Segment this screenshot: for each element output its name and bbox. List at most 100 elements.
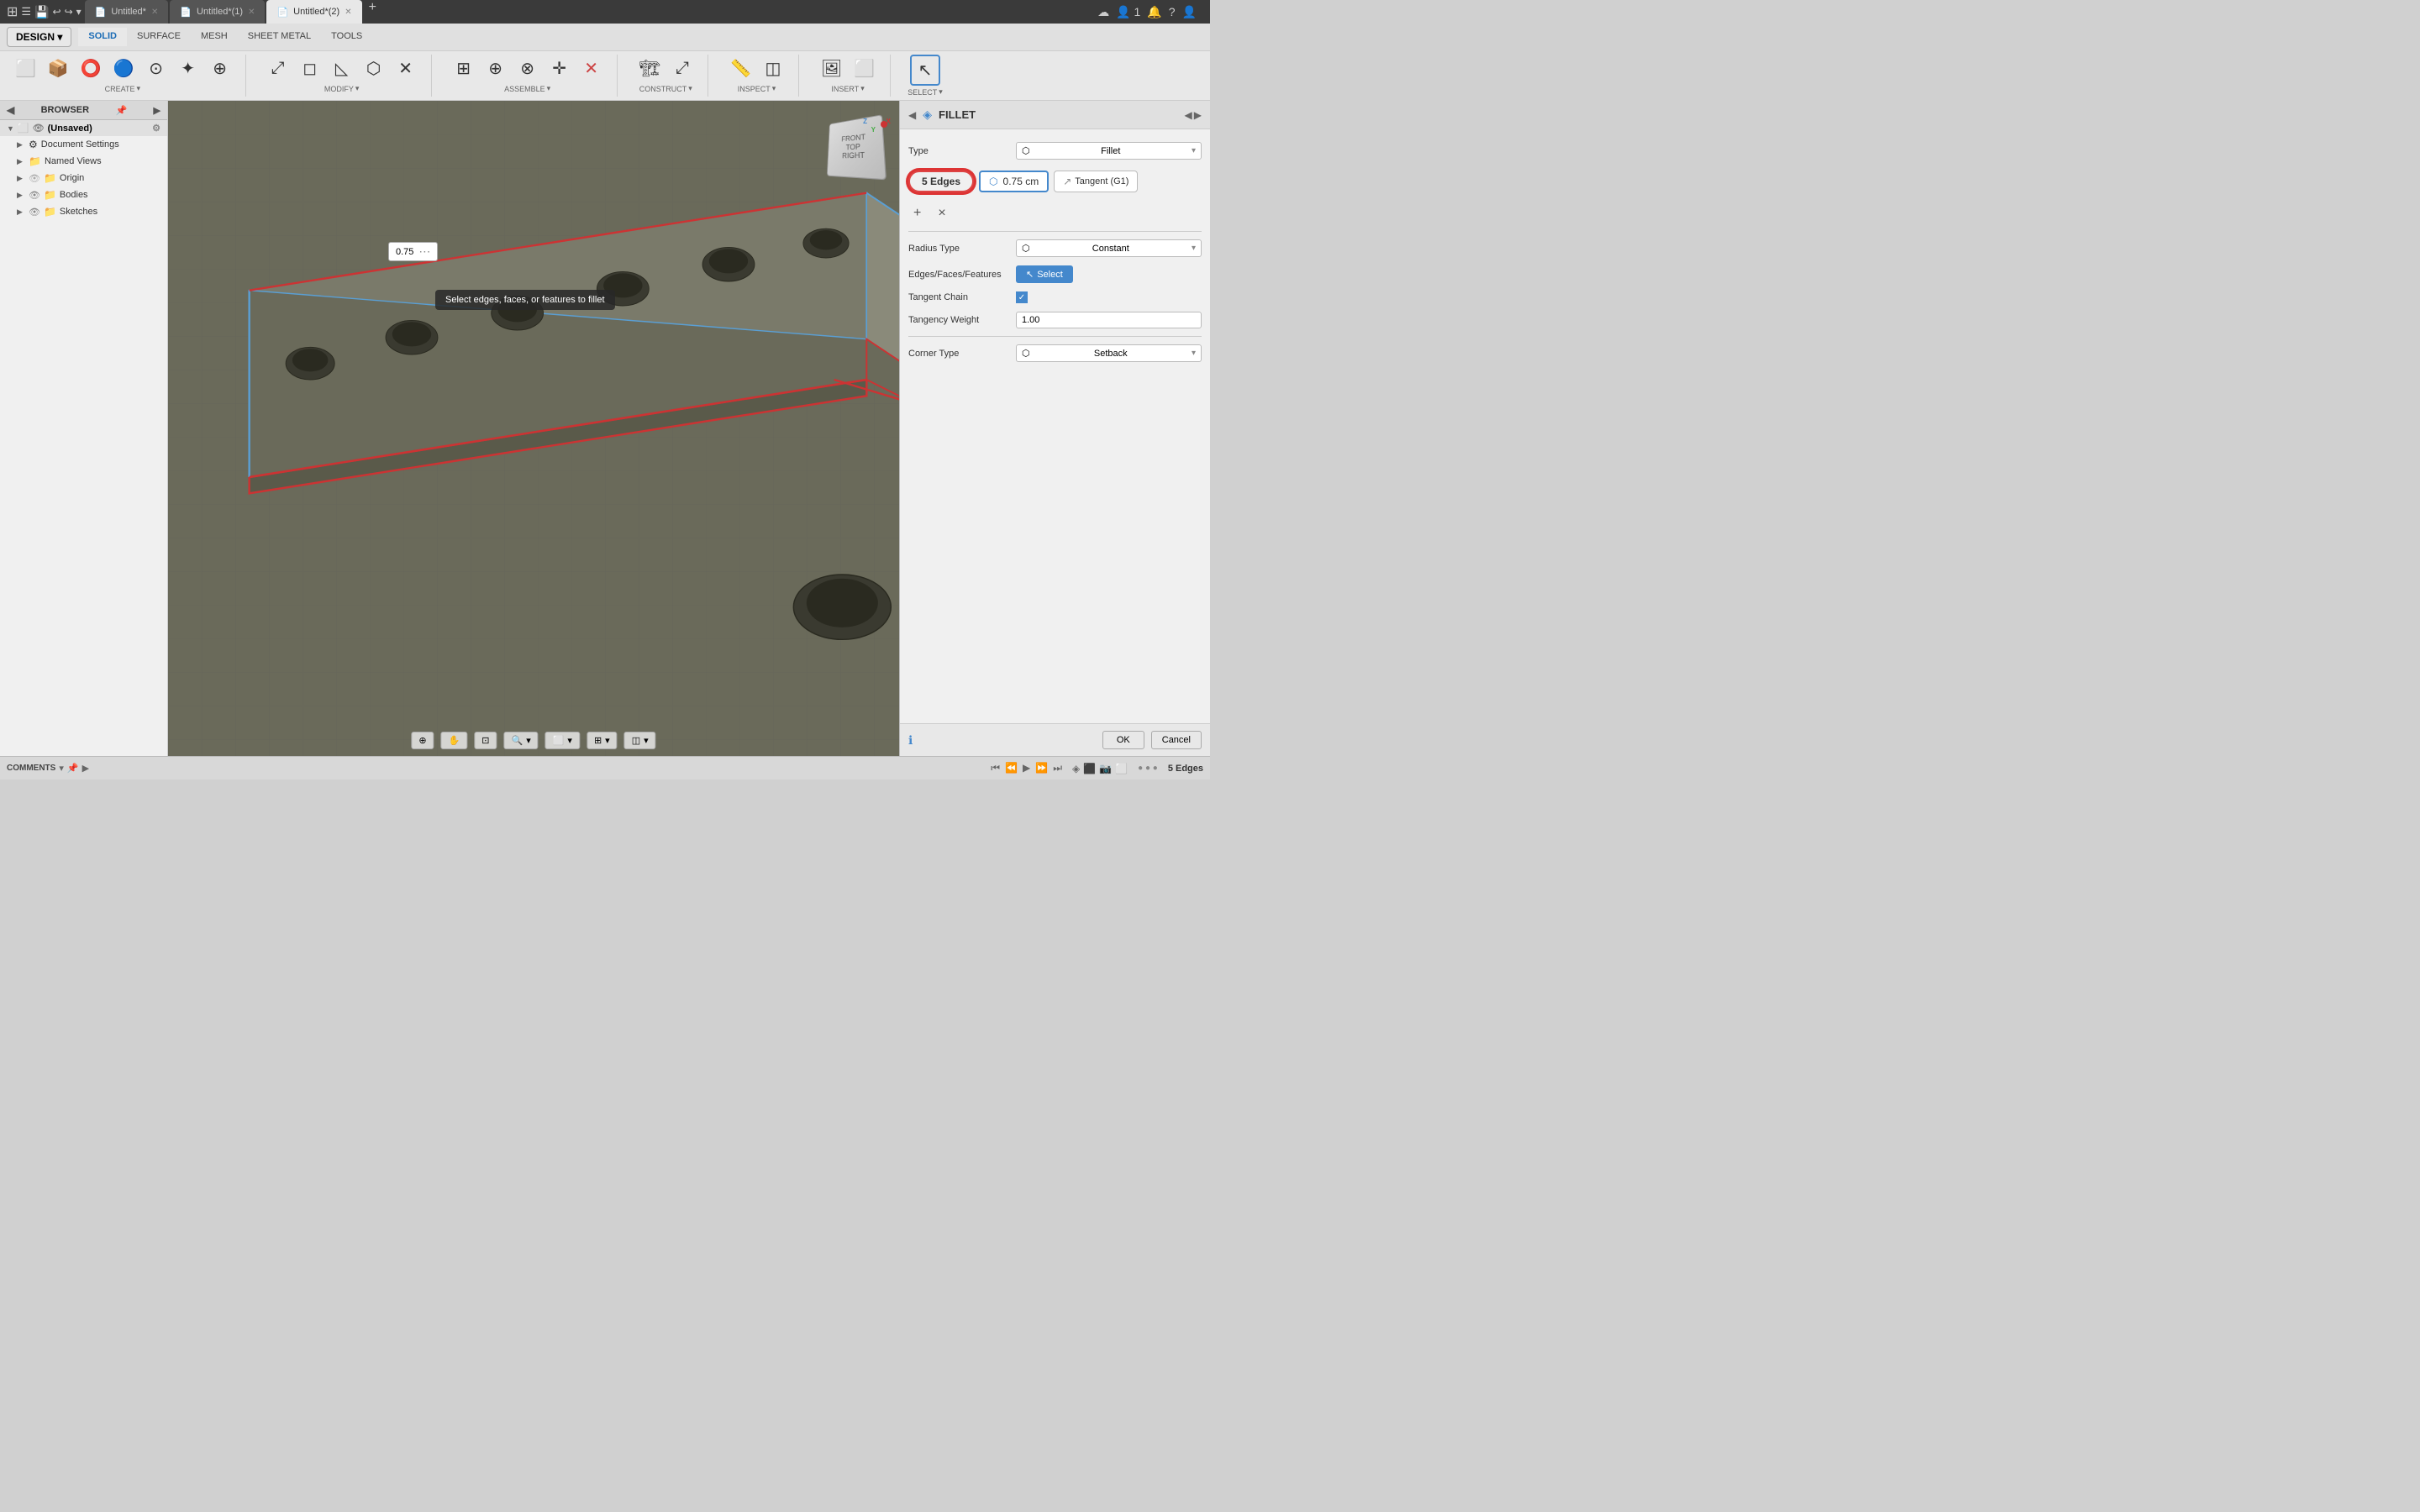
more-icon[interactable]: ▾ bbox=[76, 6, 82, 18]
assemble-move-btn[interactable]: ✛ bbox=[544, 55, 575, 82]
redo-icon[interactable]: ↪ bbox=[65, 6, 73, 18]
undo-icon[interactable]: ↩ bbox=[53, 6, 61, 18]
assemble-btn1[interactable]: ⊞ bbox=[449, 55, 479, 82]
browser-item-sketches[interactable]: ▶ 👁 📁 Sketches bbox=[0, 203, 167, 220]
tab-mesh[interactable]: MESH bbox=[191, 28, 238, 46]
modify-shell-btn[interactable]: ⬡ bbox=[359, 55, 389, 82]
radius-type-select[interactable]: ⬡ Constant ▾ bbox=[1016, 239, 1202, 257]
browser-item-named-views[interactable]: ▶ 📁 Named Views bbox=[0, 153, 167, 170]
create-torus-btn[interactable]: ⊙ bbox=[141, 55, 171, 82]
inspect-label[interactable]: INSPECT ▾ bbox=[738, 84, 776, 93]
panel-arrow-right-icon[interactable]: ▶ bbox=[1194, 109, 1202, 121]
statusbar-expand-icon[interactable]: ▶ bbox=[82, 763, 89, 774]
origin-snap-btn[interactable]: ⊕ bbox=[411, 732, 434, 749]
prev-frame-icon[interactable]: ⏮ bbox=[991, 762, 1000, 774]
new-tab-icon[interactable]: + bbox=[364, 0, 381, 24]
camera-icon[interactable]: 📷 bbox=[1099, 763, 1112, 774]
construct-btn2[interactable]: ⤢ bbox=[667, 55, 697, 81]
tab-close-icon-1[interactable]: ✕ bbox=[248, 8, 255, 17]
tangent-chain-checkbox[interactable]: ✓ bbox=[1016, 291, 1028, 303]
info-icon[interactable]: ℹ bbox=[908, 733, 913, 748]
keyframe-icon[interactable]: ◈ bbox=[1072, 763, 1080, 774]
assemble-delete-btn[interactable]: ✕ bbox=[576, 55, 607, 82]
app-grid-icon[interactable]: ⊞ bbox=[7, 3, 18, 20]
dimension-dots[interactable]: ⋯ bbox=[418, 244, 430, 259]
create-label[interactable]: CREATE ▾ bbox=[105, 84, 140, 93]
assemble-btn2[interactable]: ⊕ bbox=[481, 55, 511, 82]
corner-type-select[interactable]: ⬡ Setback ▾ bbox=[1016, 344, 1202, 362]
collapse-browser-icon[interactable]: ◀ bbox=[7, 104, 14, 116]
construct-label[interactable]: CONSTRUCT ▾ bbox=[639, 84, 692, 93]
tangency-weight-input[interactable] bbox=[1016, 312, 1202, 328]
browser-expand-icon[interactable]: ▶ bbox=[154, 105, 160, 116]
design-dropdown[interactable]: DESIGN ▾ bbox=[7, 27, 71, 47]
panel-arrow-left-icon[interactable]: ◀ bbox=[1185, 109, 1192, 121]
create-sphere-btn[interactable]: 🔵 bbox=[108, 55, 139, 82]
insert-image-btn[interactable]: 🖼 bbox=[816, 55, 847, 82]
tab-untitled[interactable]: 📄 Untitled* ✕ bbox=[85, 0, 169, 24]
tab-close-icon-2[interactable]: ✕ bbox=[345, 8, 351, 17]
select-label[interactable]: SELECT ▾ bbox=[908, 87, 943, 97]
create-new-component-btn[interactable]: ⬜ bbox=[10, 55, 41, 82]
insert-btn2[interactable]: ⬜ bbox=[849, 55, 880, 82]
view-settings-btn[interactable]: ◫ ▾ bbox=[624, 732, 656, 749]
create-box-btn[interactable]: 📦 bbox=[43, 55, 74, 82]
tab-solid[interactable]: SOLID bbox=[78, 28, 127, 46]
eye-icon-sketches[interactable]: 👁 bbox=[29, 207, 40, 218]
tab-untitled1[interactable]: 📄 Untitled*(1) ✕ bbox=[170, 0, 265, 24]
eye-icon-bodies[interactable]: 👁 bbox=[29, 190, 40, 201]
cancel-button[interactable]: Cancel bbox=[1151, 731, 1202, 749]
add-fillet-row-btn[interactable]: + bbox=[908, 204, 926, 223]
panel-collapse-left-icon[interactable]: ◀ bbox=[908, 109, 916, 121]
user-avatar[interactable]: 👤 bbox=[1182, 5, 1197, 19]
tab-untitled2[interactable]: 📄 Untitled*(2) ✕ bbox=[266, 0, 361, 24]
type-select[interactable]: ⬡ Fillet ▾ bbox=[1016, 142, 1202, 160]
user-count-icon[interactable]: 👤 1 bbox=[1116, 5, 1140, 19]
dimension-label[interactable]: 0.75 ⋯ bbox=[388, 242, 438, 261]
assemble-btn3[interactable]: ⊗ bbox=[513, 55, 543, 82]
tab-sheetmetal[interactable]: SHEET METAL bbox=[238, 28, 321, 46]
next-frame-icon[interactable]: ⏭ bbox=[1053, 762, 1062, 774]
viewport[interactable]: FRONTTOPRIGHT X Y Z 0.75 ⋯ Select edges,… bbox=[168, 101, 899, 756]
help-icon[interactable]: ? bbox=[1169, 5, 1176, 18]
browser-root-item[interactable]: ▼ ⬜ 👁 (Unsaved) ⚙ bbox=[0, 120, 167, 136]
grid-btn[interactable]: ⊞ ▾ bbox=[587, 732, 618, 749]
zoom-in-out-btn[interactable]: 🔍 ▾ bbox=[503, 732, 538, 749]
modify-press-pull-btn[interactable]: ⤢ bbox=[263, 55, 293, 81]
timeline-icon[interactable]: ⬛ bbox=[1083, 763, 1096, 774]
select-btn[interactable]: ↖ bbox=[910, 55, 940, 86]
play-icon[interactable]: ▶ bbox=[1023, 762, 1030, 774]
browser-item-origin[interactable]: ▶ 👁 📁 Origin bbox=[0, 170, 167, 186]
zoom-fit-btn[interactable]: ⊡ bbox=[474, 732, 497, 749]
edges-value-control[interactable]: ⬡ 0.75 cm bbox=[979, 171, 1049, 192]
create-coil-btn[interactable]: ✦ bbox=[173, 55, 203, 82]
inspect-btn2[interactable]: ◫ bbox=[758, 55, 788, 82]
modify-fillet-btn[interactable]: ◻ bbox=[295, 55, 325, 82]
save-icon[interactable]: 💾 bbox=[34, 5, 49, 19]
app-menu-icon[interactable]: ☰ bbox=[21, 5, 31, 18]
display-mode-btn[interactable]: ⬜ ▾ bbox=[545, 732, 580, 749]
remove-fillet-row-btn[interactable]: × bbox=[933, 204, 950, 223]
forward-icon[interactable]: ⏩ bbox=[1035, 762, 1048, 774]
modify-label[interactable]: MODIFY ▾ bbox=[324, 84, 360, 93]
cloud-icon[interactable]: ☁ bbox=[1097, 5, 1109, 19]
statusbar-pin-icon[interactable]: 📌 bbox=[67, 763, 79, 774]
edges-continuity-control[interactable]: ↗ Tangent (G1) bbox=[1054, 171, 1138, 192]
tab-close-icon[interactable]: ✕ bbox=[151, 8, 158, 17]
create-cylinder-btn[interactable]: ⭕ bbox=[76, 55, 107, 82]
edges-badge[interactable]: 5 Edges bbox=[908, 171, 974, 192]
browser-item-bodies[interactable]: ▶ 👁 📁 Bodies bbox=[0, 186, 167, 203]
browser-settings-icon[interactable]: ⚙ bbox=[152, 123, 160, 134]
record-icon[interactable]: ⬜ bbox=[1115, 763, 1128, 774]
modify-chamfer-btn[interactable]: ◺ bbox=[327, 55, 357, 82]
assemble-label[interactable]: ASSEMBLE ▾ bbox=[504, 84, 550, 93]
browser-eye-icon[interactable]: 👁 bbox=[33, 123, 45, 134]
inspect-measure-btn[interactable]: 📏 bbox=[725, 55, 756, 82]
nav-cube[interactable]: FRONTTOPRIGHT X Y Z bbox=[823, 118, 891, 185]
notification-icon[interactable]: 🔔 bbox=[1147, 5, 1161, 19]
modify-combine-btn[interactable]: ✕ bbox=[391, 55, 421, 82]
construct-btn1[interactable]: 🏗 bbox=[634, 55, 666, 82]
create-more-btn[interactable]: ⊕ bbox=[205, 55, 235, 82]
ok-button[interactable]: OK bbox=[1102, 731, 1144, 749]
browser-pin-icon[interactable]: 📌 bbox=[115, 105, 127, 116]
